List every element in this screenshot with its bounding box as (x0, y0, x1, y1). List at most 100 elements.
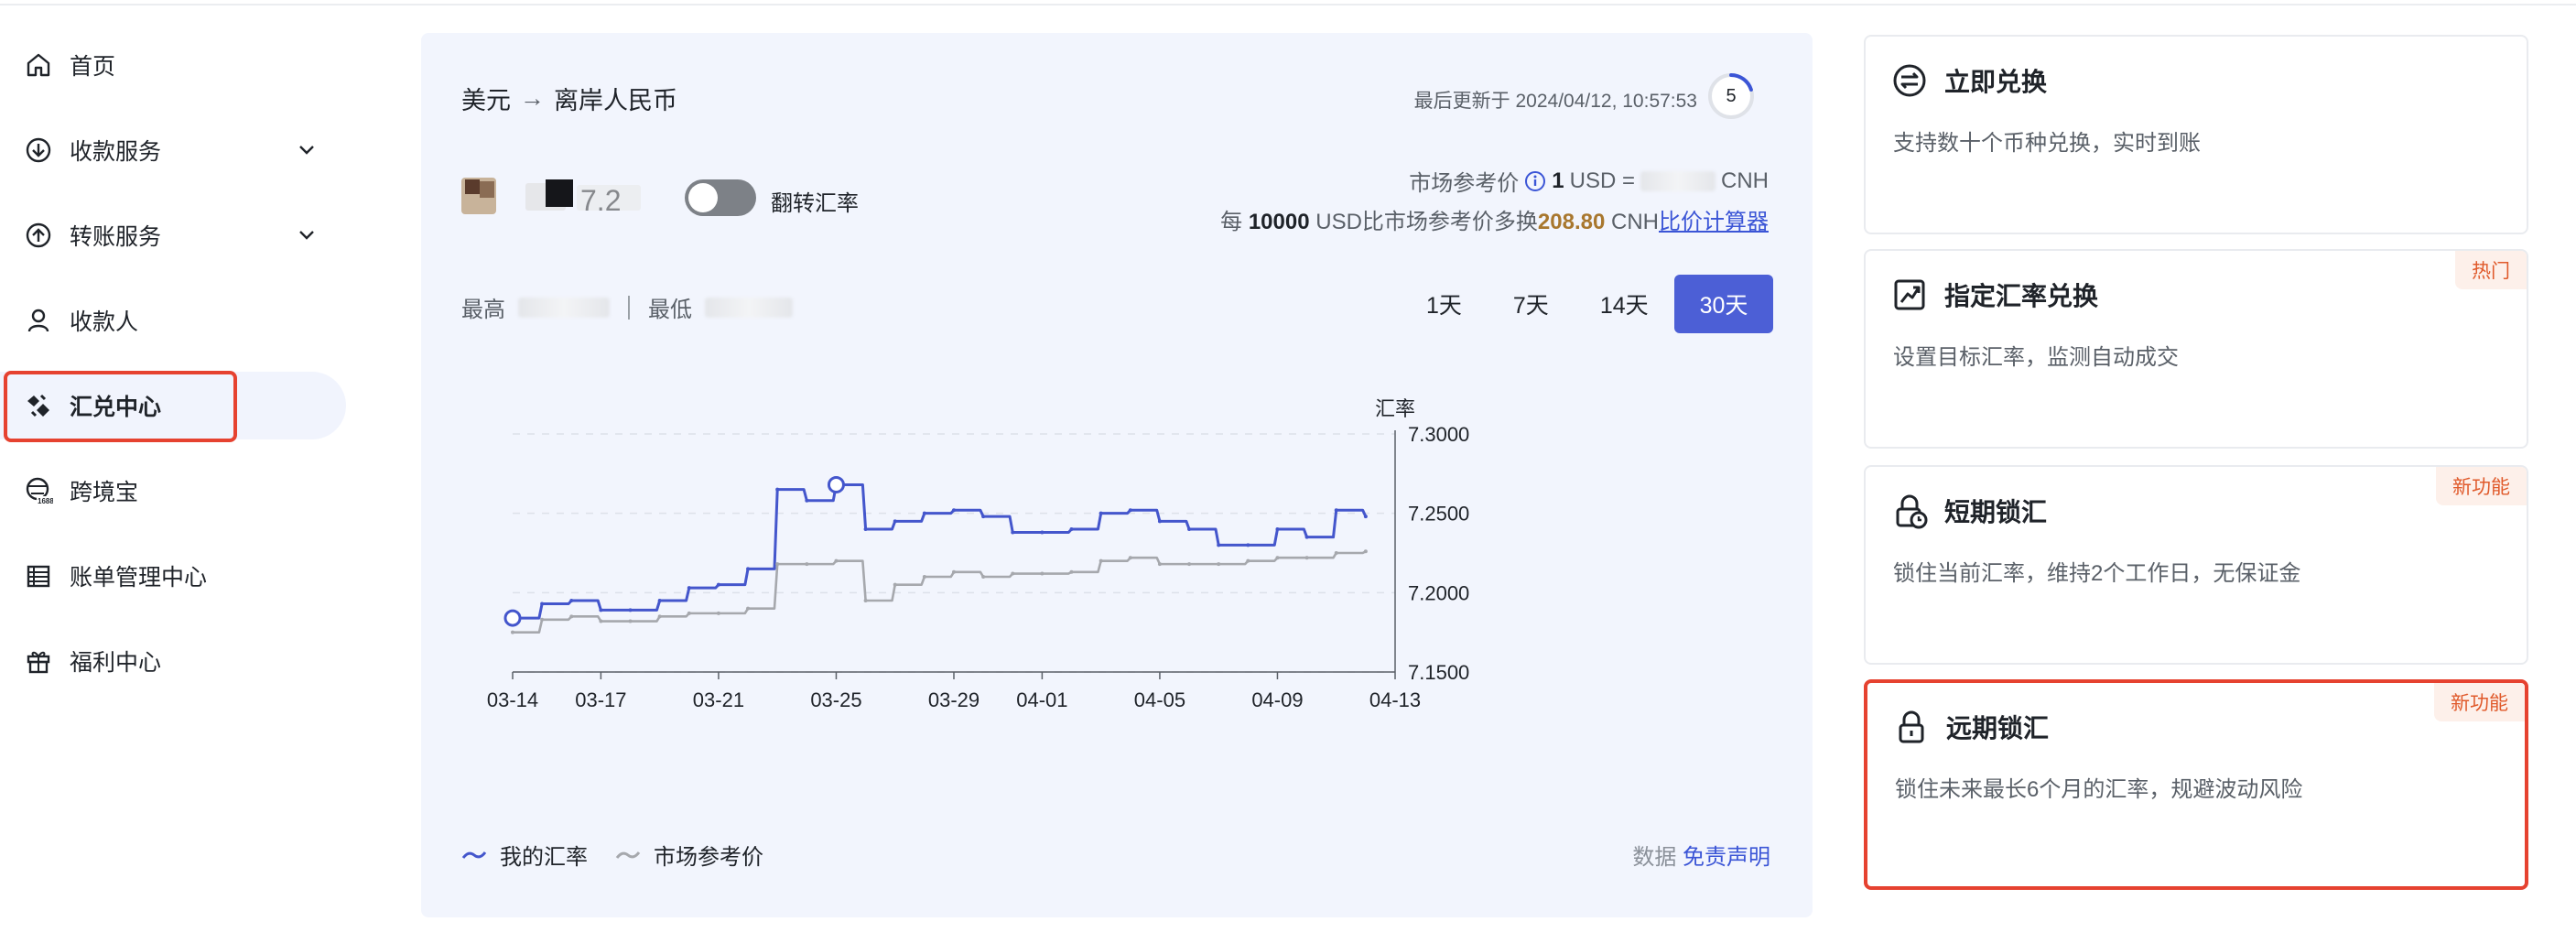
card-target-rate-exchange[interactable]: 指定汇率兑换 设置目标汇率，监测自动成交 热门 (1864, 249, 2528, 449)
y-axis-label: 汇率 (1375, 397, 1415, 420)
home-icon (24, 50, 53, 80)
market-rate-point (511, 630, 514, 634)
market-rate-point (540, 617, 545, 622)
range-7d-button[interactable]: 7天 (1488, 275, 1575, 333)
x-tick-label: 03-25 (810, 688, 861, 711)
market-rate-point (746, 606, 751, 611)
my-rate-point (1099, 511, 1103, 515)
my-rate-point (687, 586, 691, 591)
receive-icon (24, 135, 53, 165)
x-tick-label: 03-29 (928, 688, 980, 711)
market-rate-point (981, 575, 986, 579)
my-rate-point (1304, 535, 1309, 539)
range-14d-button[interactable]: 14天 (1575, 275, 1674, 333)
range-1d-button[interactable]: 1天 (1401, 275, 1488, 333)
my-rate-point (716, 582, 720, 587)
market-rate-point (922, 575, 926, 579)
sidebar-item-exchange-center[interactable]: 汇兑中心 (0, 372, 346, 439)
divider (628, 295, 630, 320)
my-rate-point (746, 567, 751, 571)
my-rate-point (805, 498, 809, 503)
market-rate-line (513, 550, 1367, 634)
arrow-right-icon: → (520, 84, 545, 112)
card-instant-exchange[interactable]: 立即兑换 支持数十个币种兑换，实时到账 (1864, 35, 2528, 234)
my-rate-point (863, 527, 868, 531)
short-lock-icon (1896, 494, 1928, 529)
market-rate-point (1011, 571, 1015, 576)
legend-market-rate[interactable]: 市场参考价 (615, 839, 763, 871)
hot-badge: 热门 (2455, 251, 2527, 289)
my-rate-point (1275, 527, 1280, 531)
market-rate-point (1099, 558, 1103, 563)
flip-rate-label: 翻转汇率 (771, 191, 859, 216)
sidebar-item-cross-border[interactable]: 1688 跨境宝 (0, 457, 346, 525)
market-rate-point (834, 558, 839, 563)
my-rate-point (981, 515, 986, 519)
market-rate-point (1069, 569, 1074, 574)
card-forward-lock[interactable]: 远期锁汇 锁住未来最长6个月的汇率，规避波动风险 新功能 (1864, 679, 2528, 890)
sidebar-item-label: 账单管理中心 (70, 565, 208, 591)
y-tick-label: 7.2000 (1408, 581, 1469, 604)
sidebar-item-transfer[interactable]: 转账服务 (0, 201, 346, 269)
rate-marker-point (827, 475, 845, 493)
market-rate-point (1334, 551, 1338, 555)
cross-border-icon: 1688 (24, 476, 53, 505)
market-rate-point (1187, 562, 1192, 567)
sidebar-item-receive[interactable]: 收款服务 (0, 116, 346, 184)
card-short-term-lock[interactable]: 短期锁汇 锁住当前汇率，维持2个工作日，无保证金 新功能 (1864, 465, 2528, 665)
market-rate-point (599, 619, 603, 623)
market-rate-point (1128, 556, 1132, 560)
sidebar-item-label: 首页 (70, 54, 116, 80)
flip-rate-toggle[interactable] (685, 179, 756, 216)
sidebar-item-label: 福利中心 (70, 650, 162, 676)
market-rate-point (1275, 556, 1280, 560)
redacted-value (518, 297, 610, 318)
high-low-summary: 最高 最低 (461, 291, 793, 323)
current-rate-redacted: 7.2 (461, 178, 641, 217)
sidebar-item-payee[interactable]: 收款人 (0, 287, 346, 354)
range-30d-button[interactable]: 30天 (1673, 275, 1774, 333)
redacted-value (705, 297, 793, 318)
x-tick-label: 03-21 (693, 688, 744, 711)
legend-my-rate[interactable]: 我的汇率 (461, 839, 588, 871)
my-rate-point (922, 511, 926, 515)
exchange-now-icon (1893, 64, 1926, 97)
sidebar-item-bills[interactable]: 账单管理中心 (0, 542, 346, 610)
top-divider (0, 0, 2576, 5)
y-tick-label: 7.2500 (1408, 503, 1469, 526)
market-rate-point (657, 614, 662, 619)
exchange-rate-chart[interactable]: 7.3000 7.2500 7.2000 7.1500 汇率 03-14 03-17 03-2… (461, 375, 1761, 806)
sidebar-item-label: 转账服务 (70, 224, 162, 250)
my-rate-point (1040, 530, 1044, 535)
x-tick-label: 03-17 (575, 688, 626, 711)
gift-icon (24, 646, 53, 676)
my-rate-point (1334, 508, 1338, 513)
svg-text:7.2: 7.2 (580, 184, 621, 217)
market-rate-point (687, 611, 691, 615)
exchange-center-icon (24, 391, 53, 420)
currency-pair-title[interactable]: 美元 → 离岸人民币 (461, 81, 677, 116)
market-rate-point (1217, 562, 1221, 567)
market-rate-point (1363, 549, 1368, 554)
x-tick-label: 04-05 (1134, 688, 1185, 711)
payee-icon (24, 306, 53, 335)
chevron-down-icon[interactable] (295, 138, 319, 162)
x-tick-label: 03-14 (487, 688, 538, 711)
market-rate-point (893, 582, 897, 587)
x-tick-label: 04-09 (1251, 688, 1303, 711)
sidebar-item-benefits[interactable]: 福利中心 (0, 627, 346, 695)
price-calculator-link[interactable]: 比价计算器 (1659, 210, 1769, 234)
legend-line-icon (461, 851, 487, 859)
chevron-down-icon[interactable] (295, 223, 319, 247)
info-icon[interactable] (1524, 170, 1546, 192)
y-tick-label: 7.1500 (1408, 661, 1469, 684)
my-rate-point (952, 508, 956, 513)
transfer-icon (24, 221, 53, 250)
disclaimer-link[interactable]: 免责声明 (1683, 845, 1770, 870)
sidebar-item-home[interactable]: 首页 (0, 31, 346, 99)
my-rate-point (1217, 543, 1221, 547)
market-rate-point (569, 614, 574, 619)
my-rate-line (513, 482, 1368, 620)
time-range-selector: 1天 7天 14天 30天 (1401, 275, 1774, 333)
redacted-value (1640, 170, 1716, 191)
